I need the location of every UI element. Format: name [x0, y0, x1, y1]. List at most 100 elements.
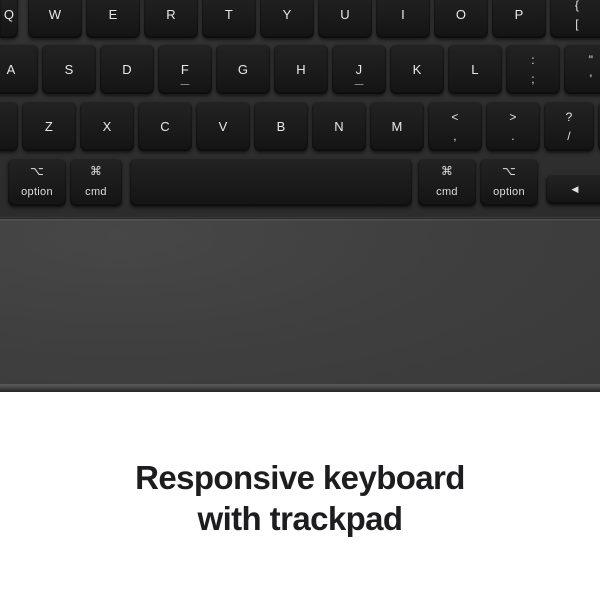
key-v[interactable]: V [196, 101, 250, 151]
key-legend-x: X [102, 118, 112, 134]
key-row-space: ⌥ option ⌘ cmd ⌘ cmd ⌥ option ◀ [0, 158, 600, 206]
key-legend-a: A [6, 61, 16, 77]
device-bottom-edge [0, 384, 600, 392]
key-legend-g: G [237, 61, 249, 77]
key-shift-left[interactable] [0, 101, 18, 151]
key-o[interactable]: O [434, 0, 488, 38]
key-h[interactable]: H [274, 44, 328, 94]
key-label-option-left: option [21, 186, 53, 198]
key-slash[interactable]: ? / [544, 101, 594, 151]
key-legend-k: K [412, 61, 422, 77]
key-comma[interactable]: <, [428, 101, 482, 151]
key-legend-bottom-period: . [511, 128, 515, 143]
key-q[interactable]: Q [0, 0, 18, 38]
key-p[interactable]: P [492, 0, 546, 38]
key-l[interactable]: L [448, 44, 502, 94]
key-legend-l: L [471, 61, 479, 77]
key-j[interactable]: J [332, 44, 386, 94]
key-x[interactable]: X [80, 101, 134, 151]
key-i[interactable]: I [376, 0, 430, 38]
key-a[interactable]: A [0, 44, 38, 94]
key-r[interactable]: R [144, 0, 198, 38]
key-legend-top-slash: ? [565, 109, 573, 124]
caption-line-1: Responsive keyboard [135, 459, 465, 496]
key-tactile-bump-f [180, 83, 190, 85]
keyboard-palm-rest [0, 219, 600, 384]
key-z[interactable]: Z [22, 101, 76, 151]
key-legend-o: O [455, 6, 467, 22]
key-cmd-right[interactable]: ⌘ cmd [418, 158, 476, 206]
keyboard-photo: Q W E R T Y U I O P{[ A S D F G H J K L:; " ' Z X C V B N M <, >.? /… [0, 0, 600, 392]
key-cmd-left[interactable]: ⌘ cmd [70, 158, 122, 206]
key-b[interactable]: B [254, 101, 308, 151]
key-u[interactable]: U [318, 0, 372, 38]
key-legend-bottom-bracket-left: [ [575, 16, 579, 31]
key-tactile-bump-j [354, 83, 364, 85]
key-glyph-option-right: ⌥ [501, 164, 517, 178]
key-legend-z: Z [44, 118, 54, 134]
key-legend-bottom-semicolon: ; [531, 71, 535, 86]
caption-line-2: with trackpad [197, 499, 404, 537]
key-legend-v: V [218, 118, 228, 134]
key-legend-c: C [160, 118, 170, 134]
key-legend-bottom-quote: ' [589, 71, 593, 86]
key-w[interactable]: W [28, 0, 82, 38]
key-option-right[interactable]: ⌥ option [480, 158, 538, 206]
key-glyph-cmd-left: ⌘ [89, 164, 103, 178]
key-glyph-option-left: ⌥ [29, 164, 45, 178]
key-spacebar[interactable] [130, 158, 412, 206]
key-legend-s: S [64, 61, 74, 77]
key-legend-q: Q [3, 6, 15, 22]
key-g[interactable]: G [216, 44, 270, 94]
key-legend-h: H [296, 61, 306, 77]
key-label-cmd-left: cmd [85, 186, 107, 198]
key-glyph-cmd-right: ⌘ [440, 164, 454, 178]
key-legend-m: M [391, 118, 403, 134]
key-legend-u: U [340, 6, 350, 22]
key-label-option-right: option [493, 186, 525, 198]
key-legend-bottom-comma: , [453, 128, 457, 143]
key-arrow-left[interactable]: ◀ [546, 174, 600, 204]
key-m[interactable]: M [370, 101, 424, 151]
key-legend-y: Y [282, 6, 292, 22]
key-f[interactable]: F [158, 44, 212, 94]
key-legend-top-bracket-left: { [574, 0, 580, 12]
key-legend-t: T [224, 6, 234, 22]
key-row-zxcv: Z X C V B N M <, >.? / [0, 101, 600, 151]
key-legend-top-comma: < [451, 109, 459, 124]
key-e[interactable]: E [86, 0, 140, 38]
key-k[interactable]: K [390, 44, 444, 94]
key-legend-d: D [122, 61, 132, 77]
key-legend-j: J [355, 61, 363, 77]
key-legend-i: I [401, 6, 405, 22]
key-legend-top-semicolon: : [531, 52, 535, 67]
key-bracket-left[interactable]: {[ [550, 0, 600, 38]
key-option-left[interactable]: ⌥ option [8, 158, 66, 206]
key-semicolon[interactable]: :; [506, 44, 560, 94]
feature-caption: Responsive keyboard with trackpad [0, 392, 600, 600]
key-quote[interactable]: " ' [564, 44, 600, 94]
key-legend-w: W [48, 6, 62, 22]
key-legend-arrow-left: ◀ [571, 183, 579, 194]
key-t[interactable]: T [202, 0, 256, 38]
key-legend-b: B [276, 118, 286, 134]
key-legend-top-period: > [509, 109, 517, 124]
key-period[interactable]: >. [486, 101, 540, 151]
key-row-home: A S D F G H J K L:; " ' [0, 44, 600, 94]
key-legend-n: N [334, 118, 344, 134]
key-legend-e: E [108, 6, 118, 22]
key-legend-f: F [180, 61, 190, 77]
key-legend-bottom-slash: / [567, 128, 571, 143]
key-d[interactable]: D [100, 44, 154, 94]
key-label-cmd-right: cmd [436, 186, 458, 198]
key-c[interactable]: C [138, 101, 192, 151]
key-y[interactable]: Y [260, 0, 314, 38]
key-s[interactable]: S [42, 44, 96, 94]
key-row-qwerty: Q W E R T Y U I O P{[ [0, 0, 600, 38]
key-legend-p: P [514, 6, 524, 22]
key-legend-r: R [166, 6, 176, 22]
keyboard-key-deck: Q W E R T Y U I O P{[ A S D F G H J K L:; " ' Z X C V B N M <, >.? /… [0, 0, 600, 219]
key-n[interactable]: N [312, 101, 366, 151]
key-legend-top-quote: " [588, 52, 594, 67]
product-feature-image: Q W E R T Y U I O P{[ A S D F G H J K L:; " ' Z X C V B N M <, >.? /… [0, 0, 600, 600]
